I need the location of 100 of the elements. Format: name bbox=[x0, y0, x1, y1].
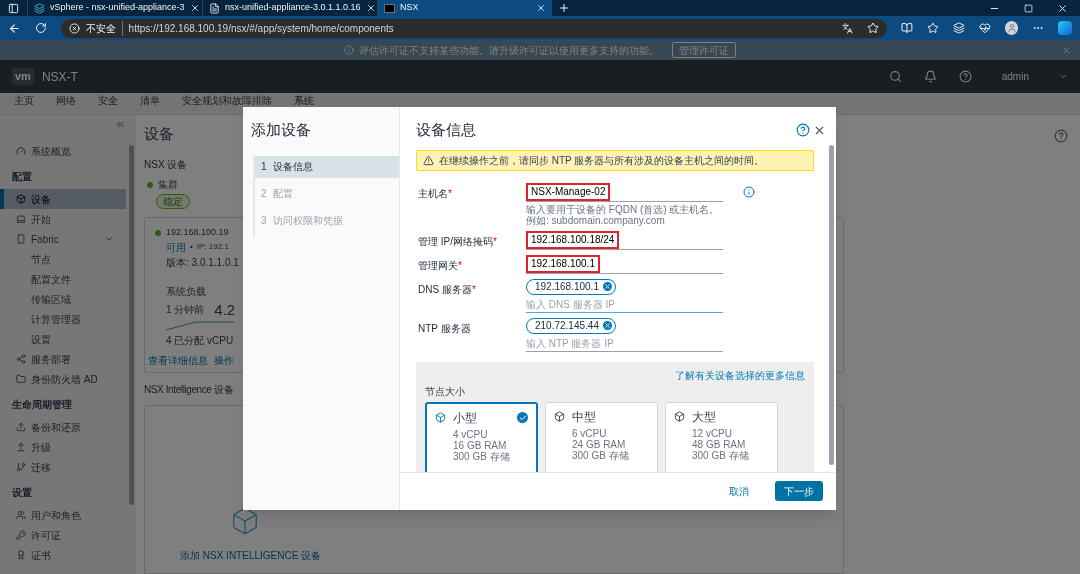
info-icon[interactable] bbox=[743, 185, 755, 198]
reload-icon[interactable] bbox=[34, 22, 47, 34]
node-size-label: 节点大小 bbox=[425, 384, 466, 399]
section-heading: 设置 bbox=[11, 486, 33, 500]
availability-status: 可用 bbox=[166, 240, 186, 255]
remove-icon[interactable] bbox=[602, 321, 612, 330]
close-tab-icon[interactable] bbox=[536, 3, 546, 13]
size-option-card[interactable]: 中型 6 vCPU 24 GB RAM 300 GB 存储 bbox=[545, 401, 658, 472]
load-label: 系统负载 bbox=[165, 284, 206, 299]
spec-text: 24 GB RAM bbox=[572, 438, 627, 450]
profile-avatar[interactable] bbox=[1004, 21, 1019, 35]
load-value: 4.2 bbox=[214, 299, 236, 320]
menu-item-icon bbox=[16, 550, 26, 560]
help-icon[interactable] bbox=[796, 123, 810, 138]
sidebar-item[interactable]: 设备 bbox=[0, 189, 126, 209]
next-button[interactable]: 下一步 bbox=[775, 481, 823, 502]
version-text: 版本: 3.0.1.1.0.1 bbox=[165, 255, 239, 270]
scrollbar[interactable] bbox=[829, 145, 834, 465]
field-label: DNS 服务器* bbox=[418, 282, 477, 297]
add-intelligence-link[interactable]: 添加 NSX INTELLIGENCE 设备 bbox=[180, 548, 322, 563]
helper-text: 输入要用于设备的 FQDN (首选) 或主机名。例如: subdomain.company.com bbox=[526, 203, 721, 226]
scrollbar[interactable] bbox=[129, 145, 134, 505]
more-info-link[interactable]: 了解有关设备选择的更多信息 bbox=[675, 367, 805, 383]
close-window-icon[interactable] bbox=[1057, 2, 1068, 14]
close-tab-icon[interactable] bbox=[365, 3, 376, 13]
maximize-icon[interactable] bbox=[1024, 3, 1033, 13]
collapse-icon[interactable] bbox=[115, 119, 126, 130]
close-tab-icon[interactable] bbox=[189, 3, 200, 13]
sidebar-item[interactable]: 配置文件 bbox=[0, 269, 126, 289]
address-bar[interactable]: 不安全 https://192.168.100.19/nsx/#/app/system/home/components bbox=[60, 18, 888, 38]
appliance-ip: 192.168.100.19 bbox=[166, 226, 229, 239]
server-input[interactable]: 输入 DNS 服务器 IP bbox=[526, 296, 723, 313]
sidebar-item[interactable]: 传输区域 bbox=[0, 289, 126, 309]
spec-text: 300 GB 存储 bbox=[453, 450, 511, 462]
sidebar-item[interactable]: Fabric bbox=[0, 229, 126, 249]
menu-item-icon bbox=[16, 462, 26, 472]
sidebar-item[interactable]: 升级 bbox=[0, 437, 126, 457]
text-field[interactable]: NSX-Manage-02 bbox=[526, 182, 723, 202]
remove-icon[interactable] bbox=[602, 282, 612, 291]
new-tab-icon[interactable] bbox=[558, 2, 570, 14]
user-menu[interactable]: admin bbox=[1001, 69, 1068, 84]
ip-detail: IP: 192.1 bbox=[196, 241, 229, 253]
favorites-icon[interactable] bbox=[927, 22, 940, 34]
favorite-icon[interactable] bbox=[867, 22, 880, 34]
sidebar-item[interactable]: 开始 bbox=[0, 209, 126, 229]
spec-text: 16 GB RAM bbox=[453, 439, 508, 451]
actions-menu[interactable]: 操作 bbox=[214, 353, 234, 368]
size-option-card[interactable]: 大型 12 vCPU 48 GB RAM 300 GB 存储 bbox=[665, 401, 778, 472]
size-option-card[interactable]: 小型 4 vCPU 16 GB RAM 300 GB 存储 bbox=[425, 401, 538, 472]
sidebar-item[interactable]: 许可证 bbox=[0, 525, 126, 545]
help-icon[interactable] bbox=[1054, 129, 1068, 143]
section-heading: NSX Intelligence 设备 bbox=[144, 383, 234, 397]
sidebar-item[interactable]: 节点 bbox=[0, 249, 126, 269]
status-badge: 稳定 bbox=[156, 194, 190, 209]
check-icon bbox=[517, 412, 528, 423]
info-icon bbox=[344, 45, 354, 55]
health-icon[interactable] bbox=[978, 22, 991, 34]
field-value: NSX-Manage-02 bbox=[526, 182, 611, 201]
spec-text: 300 GB 存储 bbox=[572, 449, 630, 461]
sidebar-item[interactable]: 服务部署 bbox=[0, 349, 126, 369]
sidebar-item[interactable]: 计算管理器 bbox=[0, 309, 126, 329]
copilot-icon[interactable] bbox=[1058, 21, 1073, 35]
vm-logo: vm bbox=[12, 68, 34, 85]
panel-title: 设备信息 bbox=[416, 120, 477, 140]
sidebar-item[interactable]: 身份防火墙 AD bbox=[0, 369, 126, 389]
wizard-step[interactable]: 2 配置 bbox=[255, 182, 399, 205]
server-input[interactable]: 输入 NTP 服务器 IP bbox=[526, 335, 723, 352]
nav-tab[interactable]: 清单 bbox=[140, 93, 160, 114]
collections-icon[interactable] bbox=[953, 22, 965, 34]
search-icon[interactable] bbox=[888, 70, 902, 83]
menu-item-icon bbox=[16, 510, 26, 520]
cancel-button[interactable]: 取消 bbox=[719, 481, 759, 502]
nav-tab[interactable]: 网络 bbox=[56, 93, 76, 114]
text-field[interactable]: 192.168.100.18/24 bbox=[526, 230, 723, 250]
text-field[interactable]: 192.168.100.1 bbox=[526, 254, 723, 274]
nav-tab[interactable]: 安全规划和故障排除 bbox=[182, 93, 272, 114]
notification-icon[interactable] bbox=[923, 70, 937, 83]
cluster-label: 集群 bbox=[158, 178, 178, 192]
nav-tab[interactable]: 主页 bbox=[14, 93, 34, 114]
section-heading: 生命周期管理 bbox=[11, 398, 73, 412]
product-name: NSX-T bbox=[41, 68, 78, 86]
sidebar-item[interactable]: 备份和还原 bbox=[0, 417, 126, 437]
sidebar-item[interactable]: 证书 bbox=[0, 545, 126, 565]
sidebar-item[interactable]: 迁移 bbox=[0, 457, 126, 477]
wizard-step[interactable]: 3 访问权限和凭据 bbox=[255, 209, 399, 232]
browser-tab[interactable]: NSX bbox=[377, 0, 552, 16]
back-icon[interactable] bbox=[8, 21, 21, 35]
wizard-step[interactable]: 1 设备信息 bbox=[255, 155, 399, 178]
nav-tab[interactable]: 安全 bbox=[98, 93, 118, 114]
cube-icon bbox=[230, 506, 260, 536]
dialog-title: 添加设备 bbox=[250, 120, 312, 140]
sidebar-toggle-icon[interactable] bbox=[8, 2, 19, 14]
sidebar-item[interactable]: 用户和角色 bbox=[0, 505, 126, 525]
page-title: 设备 bbox=[144, 124, 174, 144]
sidebar-item[interactable]: 设置 bbox=[0, 329, 126, 349]
reader-icon[interactable] bbox=[901, 22, 914, 34]
menu-item-icon bbox=[16, 442, 26, 452]
translate-icon[interactable] bbox=[842, 22, 854, 34]
details-link[interactable]: 查看详细信息 bbox=[148, 353, 208, 368]
sidebar-item[interactable]: 系统概览 bbox=[0, 141, 126, 161]
